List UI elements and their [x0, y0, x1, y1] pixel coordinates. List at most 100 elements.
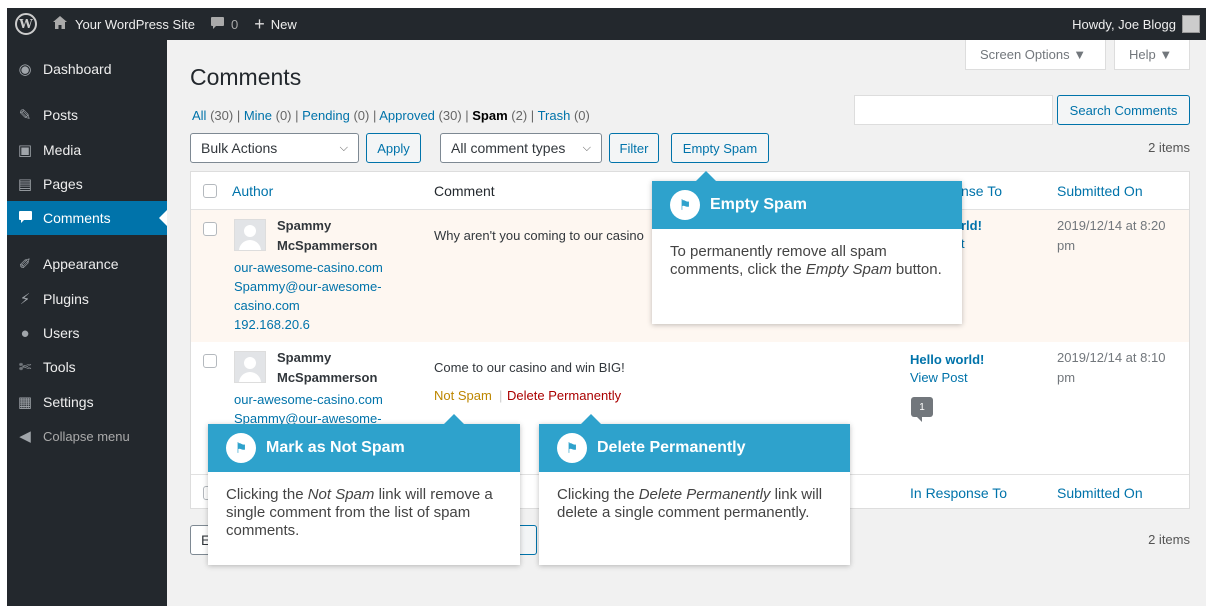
sidebar-item-posts[interactable]: ✎ Posts	[7, 98, 167, 132]
site-name-link[interactable]: Your WordPress Site	[45, 8, 203, 40]
filter-spam[interactable]: Spam (2)	[472, 108, 527, 123]
search-input[interactable]	[854, 95, 1053, 125]
view-post-link[interactable]: View Post	[910, 368, 968, 387]
comments-menu[interactable]: 0	[203, 8, 246, 40]
sidebar-item-media[interactable]: ▣ Media	[7, 133, 167, 167]
filter-trash[interactable]: Trash (0)	[538, 108, 590, 123]
comment-type-select[interactable]: All comment types ⌵	[440, 133, 602, 163]
comment-type-label: All comment types	[451, 140, 566, 156]
filter-mine[interactable]: Mine (0)	[244, 108, 292, 123]
row-checkbox[interactable]	[203, 222, 217, 236]
flag-icon: ⚑	[557, 433, 587, 463]
flag-icon: ⚑	[226, 433, 256, 463]
submitted-date: 2019/12/14 at 8:10 pm	[1057, 350, 1166, 385]
new-content-menu[interactable]: + New	[246, 8, 305, 40]
items-count-top: 2 items	[1148, 140, 1190, 155]
select-all-checkbox[interactable]	[203, 184, 217, 198]
sidebar-item-comments[interactable]: Comments	[7, 201, 167, 235]
delete-permanently-link[interactable]: Delete Permanently	[507, 388, 621, 403]
empty-spam-tooltip: ⚑ Empty Spam To permanently remove all s…	[652, 171, 962, 324]
column-author[interactable]: Author	[232, 183, 273, 199]
apply-label: Apply	[377, 140, 410, 156]
main-content: Screen Options ▼ Help ▼ Comments All (30…	[167, 40, 1206, 606]
sidebar-item-label: Users	[43, 325, 80, 341]
tooltip-title: Mark as Not Spam	[266, 439, 405, 456]
tooltip-arrow	[444, 414, 464, 424]
comment-status-filters: All (30) | Mine (0) | Pending (0) | Appr…	[192, 108, 590, 123]
row-checkbox[interactable]	[203, 354, 217, 368]
tooltip-arrow	[696, 171, 716, 181]
admin-bar: W Your WordPress Site 0 + New Howdy, Joe…	[7, 8, 1206, 40]
tooltip-body: Clicking the Not Spam link will remove a…	[226, 486, 493, 539]
not-spam-link[interactable]: Not Spam	[434, 388, 492, 403]
sidebar-item-label: Media	[43, 142, 82, 158]
home-icon	[53, 16, 67, 32]
empty-spam-label: Empty Spam	[682, 140, 758, 156]
sidebar-item-settings[interactable]: ▦ Settings	[7, 385, 167, 419]
sidebar-item-appearance[interactable]: ✐ Appearance	[7, 247, 167, 281]
wordpress-icon: W	[15, 13, 37, 35]
screen-options-label: Screen Options ▼	[980, 47, 1087, 62]
collapse-menu-button[interactable]: ◀ Collapse menu	[7, 419, 167, 453]
tooltip-title: Empty Spam	[710, 196, 807, 213]
comment-text: Come to our casino and win BIG!	[434, 360, 625, 375]
author-name: Spammy McSpammerson	[277, 218, 378, 253]
column-in-response-to[interactable]: nse To	[961, 183, 1002, 199]
response-post-link[interactable]: rld!	[961, 218, 982, 233]
admin-sidebar: ◉ Dashboard ✎ Posts ▣ Media ▤ Pages Comm…	[7, 40, 167, 606]
avatar	[1182, 15, 1200, 33]
wordpress-logo-menu[interactable]: W	[7, 8, 45, 40]
sidebar-item-pages[interactable]: ▤ Pages	[7, 167, 167, 201]
empty-spam-button[interactable]: Empty Spam	[671, 133, 769, 163]
tooltip-title: Delete Permanently	[597, 439, 746, 456]
response-post-link[interactable]: Hello world!	[910, 352, 984, 367]
plus-icon: +	[254, 13, 265, 34]
wrench-icon: ✄	[18, 359, 32, 376]
tooltip-body: To permanently remove all spam comments,…	[670, 243, 942, 278]
filter-button[interactable]: Filter	[609, 133, 659, 163]
tooltip-header: ⚑ Mark as Not Spam	[208, 424, 520, 472]
sidebar-item-users[interactable]: ● Users	[7, 316, 167, 350]
sidebar-item-label: Pages	[43, 176, 83, 192]
screen-options-button[interactable]: Screen Options ▼	[965, 40, 1106, 70]
sidebar-item-label: Plugins	[43, 291, 89, 307]
tooltip-header: ⚑ Empty Spam	[652, 181, 962, 229]
action-separator: |	[499, 388, 503, 403]
bulk-actions-select[interactable]: Bulk Actions ⌵	[190, 133, 359, 163]
tooltip-body: Clicking the Delete Permanently link wil…	[557, 486, 823, 521]
column-submitted-on[interactable]: Submitted On	[1057, 485, 1143, 501]
filter-pending[interactable]: Pending (0)	[302, 108, 369, 123]
avatar	[234, 219, 266, 251]
author-ip-link[interactable]: 192.168.20.6	[234, 315, 310, 334]
sidebar-item-label: Appearance	[43, 256, 119, 272]
column-submitted-on[interactable]: Submitted On	[1057, 183, 1143, 199]
bulk-actions-label: Bulk Actions	[201, 140, 278, 156]
comment-icon	[210, 16, 224, 32]
column-comment: Comment	[434, 183, 495, 199]
collapse-icon: ◀	[19, 428, 31, 445]
sidebar-item-label: Tools	[43, 359, 76, 375]
column-in-response-to[interactable]: In Response To	[910, 485, 1007, 501]
plug-icon: ⚡	[19, 291, 31, 308]
chevron-down-icon: ⌵	[582, 141, 591, 154]
not-spam-tooltip: ⚑ Mark as Not Spam Clicking the Not Spam…	[208, 414, 520, 565]
filter-approved[interactable]: Approved (30)	[379, 108, 461, 123]
new-label: New	[270, 16, 297, 32]
author-email-link[interactable]: Spammy@our-awesome- casino.com	[234, 277, 382, 315]
author-url-link[interactable]: our-awesome-casino.com	[234, 258, 383, 277]
sidebar-item-tools[interactable]: ✄ Tools	[7, 350, 167, 384]
my-account-menu[interactable]: Howdy, Joe Blogg	[1064, 8, 1206, 40]
page-title: Comments	[190, 64, 302, 90]
comment-text: Why aren't you coming to our casino	[434, 228, 644, 243]
search-comments-button[interactable]: Search Comments	[1057, 95, 1190, 125]
delete-permanently-tooltip: ⚑ Delete Permanently Clicking the Delete…	[539, 414, 850, 565]
author-url-link[interactable]: our-awesome-casino.com	[234, 390, 383, 409]
sidebar-item-dashboard[interactable]: ◉ Dashboard	[7, 52, 167, 86]
help-button[interactable]: Help ▼	[1114, 40, 1190, 70]
sidebar-item-plugins[interactable]: ⚡ Plugins	[7, 282, 167, 316]
filter-all[interactable]: All (30)	[192, 108, 233, 123]
apply-button[interactable]: Apply	[366, 133, 421, 163]
comments-count: 0	[230, 16, 239, 32]
comment-icon	[7, 210, 43, 227]
comment-count-bubble[interactable]: 1	[911, 397, 933, 422]
